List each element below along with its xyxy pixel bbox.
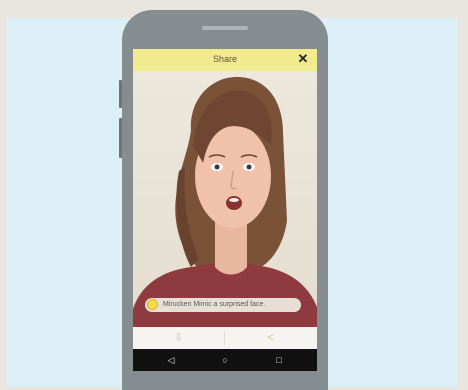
close-icon[interactable]: ✕: [295, 51, 311, 67]
recents-icon[interactable]: □: [267, 349, 291, 371]
emoji-icon: [147, 299, 158, 310]
action-bar: ⇩ <: [133, 327, 317, 349]
home-icon[interactable]: ○: [213, 349, 237, 371]
android-nav-bar: ◁ ○ □: [133, 349, 317, 371]
phone-screen: Share ✕ Mirucken Mimic a surprised face.…: [133, 49, 317, 371]
selfie-illustration: [133, 77, 317, 327]
share-title: Share: [212, 54, 238, 64]
selfie-photo: Mirucken Mimic a surprised face.: [133, 71, 317, 327]
phone-frame: Share ✕ Mirucken Mimic a surprised face.…: [119, 10, 328, 390]
phone-speaker: [202, 26, 248, 30]
phone-side-button: [119, 80, 122, 108]
share-icon[interactable]: <: [225, 327, 316, 349]
phone-side-button: [119, 118, 122, 158]
download-icon[interactable]: ⇩: [133, 327, 224, 349]
share-header: Share ✕: [133, 49, 317, 71]
caption-text: Mirucken Mimic a surprised face.: [163, 301, 266, 308]
prompt-caption: Mirucken Mimic a surprised face.: [145, 298, 301, 312]
back-icon[interactable]: ◁: [159, 349, 183, 371]
